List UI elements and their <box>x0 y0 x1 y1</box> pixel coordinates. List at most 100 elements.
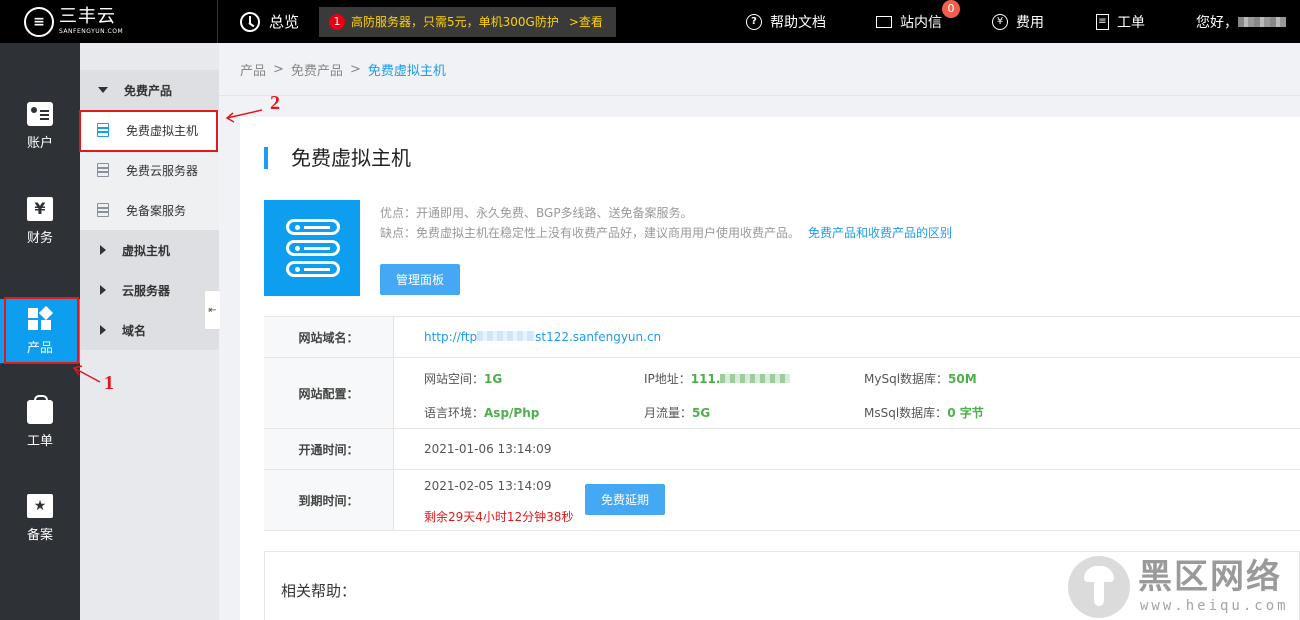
messages-label: 站内信 <box>900 14 942 31</box>
nav-item-ticket[interactable]: 工单 <box>0 391 80 457</box>
tickets-link[interactable]: ≡ 工单 <box>1096 12 1196 32</box>
greeting-label: 您好， <box>1196 14 1238 31</box>
watermark: 黑区网络 www.heiqu.com <box>1068 556 1300 620</box>
layers-icon <box>95 203 112 217</box>
annotation-number-one: 1 <box>104 372 114 394</box>
messages-link[interactable]: 站内信 0 <box>876 0 992 32</box>
breadcrumb-item[interactable]: 产品 <box>240 60 266 79</box>
nav-item-account[interactable]: 账户 <box>0 93 80 159</box>
help-docs-label: 帮助文档 <box>770 14 826 31</box>
table-row: 开通时间： 2021-01-06 13:14:09 <box>264 429 1300 470</box>
help-icon: ? <box>746 13 762 30</box>
overview-link[interactable]: 总览 <box>240 11 299 32</box>
row-label: 网站配置： <box>264 358 394 428</box>
yen-icon: ¥ <box>992 13 1008 30</box>
product-description: 优点：开通即用、永久免费、BGP多线路、送免备案服务。 缺点：免费虚拟主机在稳定… <box>380 203 952 243</box>
compare-products-link[interactable]: 免费产品和收费产品的区别 <box>808 226 952 240</box>
breadcrumb-separator: > <box>273 61 284 77</box>
promo-text: 高防服务器，只需5元，单机300G防护 <box>351 15 559 29</box>
caret-right-icon <box>100 325 106 335</box>
subnav-item-label: 免备案服务 <box>126 203 187 218</box>
breadcrumb: 产品 > 免费产品 > 免费虚拟主机 <box>219 43 1300 96</box>
row-label: 网站域名： <box>264 317 394 357</box>
caret-right-icon <box>100 285 106 295</box>
subnav-group-label: 云服务器 <box>122 283 171 298</box>
mysql-value: 50M <box>948 372 977 386</box>
fees-label: 费用 <box>1016 14 1044 31</box>
subnav-group-vhost[interactable]: 虚拟主机 <box>80 230 219 270</box>
subnav-group-label: 域名 <box>122 323 147 338</box>
watermark-logo-icon <box>1068 556 1130 618</box>
ip-redacted <box>720 374 791 383</box>
top-bar: ≡ 三丰云 SANFENGYUN.COM 总览 1 高防服务器，只需5元，单机3… <box>0 0 1300 43</box>
nav-item-label: 账户 <box>26 135 53 151</box>
overview-label: 总览 <box>269 13 300 31</box>
help-title: 相关帮助： <box>281 582 357 600</box>
subnav-group-domain[interactable]: 域名 <box>80 310 219 350</box>
collapse-sidebar-button[interactable]: ⇤ <box>204 290 220 330</box>
top-right-menu: ? 帮助文档 站内信 0 ¥ 费用 ≡ 工单 您好， <box>746 0 1286 43</box>
info-table: 网站域名： http://ftp st122.sanfengyun.cn 网站配置… <box>264 316 1300 531</box>
yen-icon: ¥ <box>27 196 53 221</box>
promo-number-badge: 1 <box>329 13 346 30</box>
collapse-icon: ⇤ <box>208 304 217 316</box>
caret-right-icon <box>100 245 106 255</box>
nav-item-record[interactable]: ★ 备案 <box>0 485 80 551</box>
promo-view-link[interactable]: >查看 <box>569 13 603 30</box>
clock-icon <box>240 11 260 32</box>
breadcrumb-separator: > <box>349 61 361 77</box>
logo[interactable]: ≡ 三丰云 SANFENGYUN.COM <box>0 0 218 43</box>
fees-link[interactable]: ¥ 费用 <box>992 12 1096 32</box>
nav-item-finance[interactable]: ¥ 财务 <box>0 188 80 254</box>
caret-down-icon <box>98 87 108 93</box>
star-badge-icon: ★ <box>27 493 53 518</box>
main-panel: 免费虚拟主机 优点：开通即用、永久免费、BGP多线路、送免备案服务。 缺点：免费… <box>240 117 1300 620</box>
help-docs-link[interactable]: ? 帮助文档 <box>746 12 876 32</box>
subnav-group-label: 免费产品 <box>124 83 173 98</box>
subnav-item-label: 免费云服务器 <box>126 163 199 178</box>
annotation-box-product <box>4 297 79 364</box>
manage-panel-button[interactable]: 管理面板 <box>380 264 460 295</box>
table-row: 网站配置： 网站空间：1G IP地址：111. MySql数据库：50M 语言环… <box>264 358 1300 429</box>
tickets-label: 工单 <box>1117 14 1145 31</box>
lang-value: Asp/Php <box>484 406 540 420</box>
watermark-name: 黑区网络 <box>1138 557 1282 597</box>
messages-count-badge: 0 <box>942 0 960 18</box>
mail-icon <box>876 15 892 28</box>
row-label: 开通时间： <box>264 429 394 469</box>
space-value: 1G <box>484 372 503 386</box>
subnav-group-cloud[interactable]: 云服务器 <box>80 270 219 310</box>
cons-text: 缺点：免费虚拟主机在稳定性上没有收费产品好，建议商用用户使用收费产品。 <box>380 226 801 240</box>
promo-banner[interactable]: 1 高防服务器，只需5元，单机300G防护 >查看 <box>319 6 617 37</box>
subnav-item-free-cloud[interactable]: 免费云服务器 <box>80 150 219 190</box>
pros-text: 优点：开通即用、永久免费、BGP多线路、送免备案服务。 <box>380 206 693 220</box>
watermark-url: www.heiqu.com <box>1140 598 1289 614</box>
remaining-countdown: 剩余29天4小时12分钟38秒 <box>424 510 574 524</box>
subnav-group-free[interactable]: 免费产品 <box>80 70 219 110</box>
annotation-box-free-vhost <box>79 110 218 152</box>
free-extend-button[interactable]: 免费延期 <box>585 484 665 515</box>
server-icon <box>264 200 360 296</box>
ip-value: 111. <box>690 372 721 386</box>
page-title: 免费虚拟主机 <box>264 147 411 169</box>
username-redacted <box>1238 16 1286 27</box>
nav-item-label: 备案 <box>26 527 53 543</box>
mssql-value: 0 字节 <box>947 406 984 420</box>
nav-item-label: 财务 <box>26 230 53 246</box>
subnav-group-label: 虚拟主机 <box>122 243 171 258</box>
domain-link[interactable]: http://ftp st122.sanfengyun.cn <box>424 330 661 344</box>
annotation-number-two: 2 <box>270 92 280 114</box>
breadcrumb-current: 免费虚拟主机 <box>367 63 446 79</box>
breadcrumb-item[interactable]: 免费产品 <box>291 60 343 79</box>
logo-sub: SANFENGYUN.COM <box>59 28 124 35</box>
open-time-value: 2021-01-06 13:14:09 <box>424 442 552 456</box>
logo-name: 三丰云 <box>59 6 116 27</box>
bag-icon <box>27 394 53 424</box>
document-icon: ≡ <box>1096 13 1109 30</box>
nav-item-label: 工单 <box>26 433 53 449</box>
subnav-item-no-record[interactable]: 免备案服务 <box>80 190 219 230</box>
logo-mark-icon: ≡ <box>24 6 54 37</box>
user-menu[interactable]: 您好， <box>1196 12 1286 32</box>
table-row: 网站域名： http://ftp st122.sanfengyun.cn <box>264 317 1300 358</box>
row-label: 到期时间： <box>264 470 394 530</box>
